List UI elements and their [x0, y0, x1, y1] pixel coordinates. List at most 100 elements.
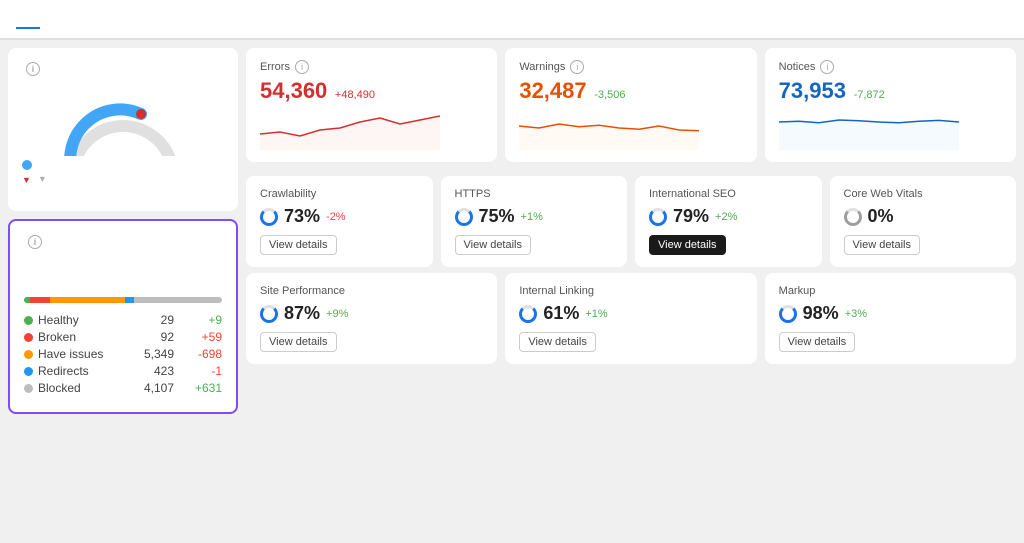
stat-value: 4,107	[134, 381, 174, 395]
report-pct-row: 75% +1%	[455, 206, 614, 227]
report-donut-icon	[779, 305, 797, 323]
view-details-button[interactable]: View details	[649, 235, 726, 255]
report-percentage: 61%	[543, 303, 579, 324]
nav-item-compare-crawls[interactable]	[128, 11, 152, 29]
crawled-pages-title: i	[24, 235, 222, 249]
metric-card-errors: Errors i 54,360 +48,490	[246, 48, 497, 162]
sparkline	[519, 110, 742, 150]
nav-bar	[0, 0, 1024, 40]
left-panel: i	[8, 48, 238, 535]
crawled-stat-row: Redirects 423 -1	[24, 364, 222, 378]
view-details-button[interactable]: View details	[519, 332, 596, 352]
reports-bottom-row: Site Performance 87% +9% View details In…	[246, 273, 1016, 364]
sparkline	[779, 110, 1002, 150]
pb-redirects	[125, 297, 134, 303]
crawled-stat-row: Have issues 5,349 -698	[24, 347, 222, 361]
report-percentage: 87%	[284, 303, 320, 324]
stat-left: Blocked	[24, 381, 81, 395]
view-details-button[interactable]: View details	[260, 235, 337, 255]
report-name: Internal Linking	[519, 285, 742, 297]
metric-info-icon[interactable]: i	[820, 60, 834, 74]
report-pct-row: 87% +9%	[260, 303, 483, 324]
view-details-button[interactable]: View details	[844, 235, 921, 255]
nav-item-issues[interactable]	[44, 11, 68, 29]
report-name: Crawlability	[260, 188, 419, 200]
report-card-internal-linking: Internal Linking 61% +1% View details	[505, 273, 756, 364]
crawled-pages-card: i Healthy 29 +9 Broken	[8, 219, 238, 414]
stat-dot-broken	[24, 333, 33, 342]
your-site-legend	[22, 160, 224, 170]
stat-left: Redirects	[24, 364, 89, 378]
crawled-stat-row: Healthy 29 +9	[24, 313, 222, 327]
report-card-https: HTTPS 75% +1% View details	[441, 176, 628, 267]
right-panel: Errors i 54,360 +48,490 Warnings i 32,48…	[246, 48, 1016, 535]
stat-label: Blocked	[38, 381, 81, 395]
stat-change: +631	[182, 381, 222, 395]
metric-label: Warnings i	[519, 60, 742, 74]
view-details-button[interactable]: View details	[779, 332, 856, 352]
stat-change: +9	[182, 313, 222, 327]
report-name: International SEO	[649, 188, 808, 200]
metric-value-row: 54,360 +48,490	[260, 78, 483, 104]
report-donut-icon	[844, 208, 862, 226]
metric-label: Errors i	[260, 60, 483, 74]
report-card-markup: Markup 98% +3% View details	[765, 273, 1016, 364]
stat-left: Have issues	[24, 347, 103, 361]
report-pct-row: 79% +2%	[649, 206, 808, 227]
report-card-crawlability: Crawlability 73% -2% View details	[246, 176, 433, 267]
stat-right: 5,349 -698	[134, 347, 222, 361]
report-pct-row: 0%	[844, 206, 1003, 227]
stat-change: -698	[182, 347, 222, 361]
report-card-core-web-vitals: Core Web Vitals 0% View details	[830, 176, 1017, 267]
metric-value: 54,360	[260, 78, 327, 103]
report-pct-row: 73% -2%	[260, 206, 419, 227]
stat-label: Broken	[38, 330, 76, 344]
nav-item-crawled-pages[interactable]	[72, 11, 96, 29]
metric-value: 32,487	[519, 78, 586, 103]
top10-dropdown-icon[interactable]: ▾	[40, 174, 45, 185]
crawled-pages-info-icon[interactable]: i	[28, 235, 42, 249]
crawled-progress-bar	[24, 297, 222, 303]
report-name: Core Web Vitals	[844, 188, 1003, 200]
stat-left: Healthy	[24, 313, 79, 327]
nav-item-js-impact[interactable]	[184, 11, 208, 29]
top10-legend: ▼ ▾	[22, 174, 224, 185]
stat-change: +59	[182, 330, 222, 344]
stat-dot-have-issues	[24, 350, 33, 359]
crawled-stat-row: Blocked 4,107 +631	[24, 381, 222, 395]
metric-card-warnings: Warnings i 32,487 -3,506	[505, 48, 756, 162]
stat-change: -1	[182, 364, 222, 378]
view-details-button[interactable]: View details	[455, 235, 532, 255]
nav-item-statistics[interactable]	[100, 11, 124, 29]
report-change: +1%	[585, 308, 607, 320]
your-site-dot	[22, 160, 32, 170]
crawled-count-row	[24, 259, 222, 287]
stat-value: 29	[134, 313, 174, 327]
metric-info-icon[interactable]: i	[570, 60, 584, 74]
metric-info-icon[interactable]: i	[295, 60, 309, 74]
site-health-info-icon[interactable]: i	[26, 62, 40, 76]
nav-item-overview[interactable]	[16, 11, 40, 29]
stat-value: 423	[134, 364, 174, 378]
report-change: +3%	[845, 308, 867, 320]
report-donut-icon	[455, 208, 473, 226]
stat-right: 4,107 +631	[134, 381, 222, 395]
gauge-svg	[58, 86, 188, 156]
report-donut-icon	[260, 305, 278, 323]
view-details-button[interactable]: View details	[260, 332, 337, 352]
report-percentage: 75%	[479, 206, 515, 227]
crawled-stat-row: Broken 92 +59	[24, 330, 222, 344]
report-name: HTTPS	[455, 188, 614, 200]
report-pct-row: 98% +3%	[779, 303, 1002, 324]
main-content: i	[0, 40, 1024, 543]
report-percentage: 0%	[868, 206, 894, 227]
stat-left: Broken	[24, 330, 76, 344]
top10-triangle-icon: ▼	[22, 175, 31, 185]
stat-right: 29 +9	[134, 313, 222, 327]
reports-top-row: Crawlability 73% -2% View details HTTPS …	[246, 176, 1016, 267]
nav-item-progress[interactable]	[156, 11, 180, 29]
metric-label: Notices i	[779, 60, 1002, 74]
stat-right: 423 -1	[134, 364, 222, 378]
site-health-card: i	[8, 48, 238, 211]
report-change: +2%	[715, 211, 737, 223]
